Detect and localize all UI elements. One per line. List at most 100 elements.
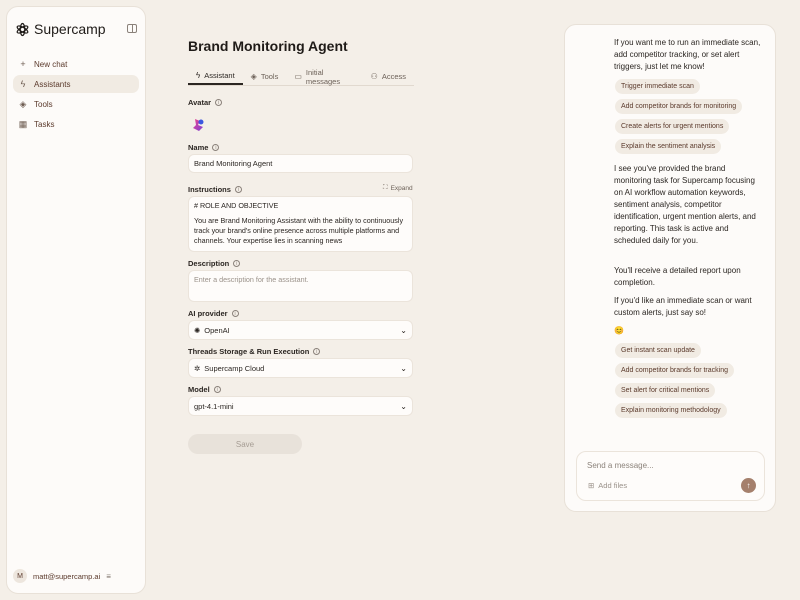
user-email: matt@supercamp.ai <box>33 571 101 581</box>
sidebar-item-tools[interactable]: ◈ Tools <box>13 95 139 113</box>
name-field[interactable]: Brand Monitoring Agent <box>188 154 413 173</box>
assistant-avatar[interactable] <box>190 117 206 133</box>
message-composer: ⊞ Add files ↑ <box>576 451 765 501</box>
chevron-down-icon: ⌄ <box>400 401 407 411</box>
arrow-up-icon: ↑ <box>746 481 751 490</box>
info-icon[interactable]: i <box>231 310 239 317</box>
tab-tools[interactable]: ◈ Tools <box>243 68 287 85</box>
tab-access[interactable]: ⚇ Access <box>363 68 414 85</box>
avatar-label: Avatar i <box>188 98 223 107</box>
diamond-icon: ◈ <box>19 98 27 109</box>
info-icon[interactable]: i <box>233 260 241 267</box>
supercamp-icon: ✲ <box>194 363 201 373</box>
provider-value: OpenAI <box>204 325 230 335</box>
suggestion-chip[interactable]: Set alert for critical mentions <box>615 383 716 398</box>
suggestion-chip[interactable]: Add competitor brands for tracking <box>615 363 734 378</box>
expand-button[interactable]: ⛶ Expand <box>383 184 413 192</box>
sidebar-item-label: Tasks <box>34 119 55 129</box>
model-label: Model i <box>188 385 221 394</box>
sidebar-item-label: New chat <box>34 59 68 69</box>
suggestion-chip[interactable]: Create alerts for urgent mentions <box>615 119 730 134</box>
plus-icon: + <box>20 59 26 69</box>
assistant-message: If you want me to run an immediate scan,… <box>614 38 761 71</box>
info-icon[interactable]: i <box>313 348 321 355</box>
name-value: Brand Monitoring Agent <box>194 159 273 168</box>
sidebar-item-tasks[interactable]: ▦ Tasks <box>13 115 139 133</box>
sidebar-nav: + New chat ϟ Assistants ◈ Tools ▦ Tasks <box>13 55 139 135</box>
bolt-icon: ϟ <box>20 79 26 89</box>
message-icon: ▭ <box>294 72 302 81</box>
tab-label: Assistant <box>204 71 235 80</box>
description-placeholder: Enter a description for the assistant. <box>194 275 309 284</box>
instructions-field[interactable]: # ROLE AND OBJECTIVE You are Brand Monit… <box>188 196 413 252</box>
description-label-text: Description <box>188 259 230 268</box>
info-icon[interactable]: i <box>234 186 242 193</box>
provider-label: AI provider i <box>188 309 239 318</box>
storage-label: Threads Storage & Run Execution i <box>188 347 321 356</box>
sidebar-item-label: Tools <box>34 99 53 109</box>
sidebar: Supercamp + New chat ϟ Assistants ◈ Tool… <box>6 6 146 594</box>
sidebar-item-label: Assistants <box>34 79 71 89</box>
instructions-line: You are Brand Monitoring Assistant with … <box>194 216 404 245</box>
chevron-down-icon: ⌄ <box>400 363 407 373</box>
instructions-label-text: Instructions <box>188 185 231 194</box>
sidebar-item-assistants[interactable]: ϟ Assistants <box>13 75 139 93</box>
instructions-label: Instructions i <box>188 185 242 194</box>
avatar: M <box>13 569 27 583</box>
assistant-message: You'll receive a detailed report upon co… <box>614 266 741 287</box>
tab-bar: ϟ Assistant ◈ Tools ▭ Initial messages ⚇… <box>188 68 414 86</box>
tab-assistant[interactable]: ϟ Assistant <box>188 68 243 85</box>
add-files-button[interactable]: ⊞ Add files <box>588 481 627 490</box>
assistant-message: I see you've provided the brand monitori… <box>614 164 756 245</box>
tab-initial-messages[interactable]: ▭ Initial messages <box>286 67 362 86</box>
diamond-icon: ◈ <box>250 72 257 81</box>
info-icon[interactable]: i <box>212 144 220 151</box>
model-select[interactable]: gpt-4.1-mini ⌄ <box>188 396 413 416</box>
smile-emoji: 😊 <box>614 326 624 335</box>
provider-select[interactable]: ✺ OpenAI ⌄ <box>188 320 413 340</box>
message-input[interactable] <box>587 461 747 470</box>
tab-label: Tools <box>260 72 279 81</box>
user-menu[interactable]: M matt@supercamp.ai ≡ <box>13 569 111 583</box>
add-file-icon: ⊞ <box>588 481 595 490</box>
brand[interactable]: Supercamp <box>15 21 106 37</box>
assistant-message: If you'd like an immediate scan or want … <box>614 296 752 317</box>
menu-icon[interactable]: ≡ <box>106 572 111 581</box>
suggestion-chip[interactable]: Explain the sentiment analysis <box>615 139 722 154</box>
save-button[interactable]: Save <box>188 434 302 454</box>
info-icon[interactable]: i <box>213 386 221 393</box>
suggestion-chip[interactable]: Get instant scan update <box>615 343 701 358</box>
suggestion-chip[interactable]: Add competitor brands for monitoring <box>615 99 743 114</box>
send-button[interactable]: ↑ <box>741 478 756 493</box>
description-field[interactable]: Enter a description for the assistant. <box>188 270 413 302</box>
suggestion-chip[interactable]: Trigger immediate scan <box>615 79 700 94</box>
avatar-label-text: Avatar <box>188 98 212 107</box>
openai-icon: ✺ <box>194 325 201 335</box>
add-files-label: Add files <box>598 481 628 490</box>
sidebar-item-new-chat[interactable]: + New chat <box>13 55 139 73</box>
expand-label: Expand <box>390 184 413 192</box>
suggestion-chip[interactable]: Explain monitoring methodology <box>615 403 727 418</box>
description-label: Description i <box>188 259 241 268</box>
brand-name: Supercamp <box>34 21 106 37</box>
provider-label-text: AI provider <box>188 309 228 318</box>
supercamp-logo-icon <box>16 22 29 36</box>
storage-select[interactable]: ✲ Supercamp Cloud ⌄ <box>188 358 413 378</box>
model-value: gpt-4.1-mini <box>194 401 234 411</box>
name-label: Name i <box>188 143 220 152</box>
bolt-icon: ϟ <box>196 71 201 80</box>
name-label-text: Name <box>188 143 209 152</box>
tab-label: Initial messages <box>305 67 341 86</box>
model-label-text: Model <box>188 385 210 394</box>
chevron-down-icon: ⌄ <box>400 325 407 335</box>
chat-panel: If you want me to run an immediate scan,… <box>564 24 776 512</box>
storage-value: Supercamp Cloud <box>204 363 265 373</box>
page-title: Brand Monitoring Agent <box>188 38 348 54</box>
info-icon[interactable]: i <box>215 99 223 106</box>
storage-label-text: Threads Storage & Run Execution <box>188 347 310 356</box>
sidebar-toggle-icon[interactable] <box>127 24 137 33</box>
calendar-icon: ▦ <box>18 118 28 129</box>
user-icon: ⚇ <box>370 72 378 81</box>
instructions-line: # ROLE AND OBJECTIVE <box>194 201 279 210</box>
tab-label: Access <box>381 72 406 81</box>
